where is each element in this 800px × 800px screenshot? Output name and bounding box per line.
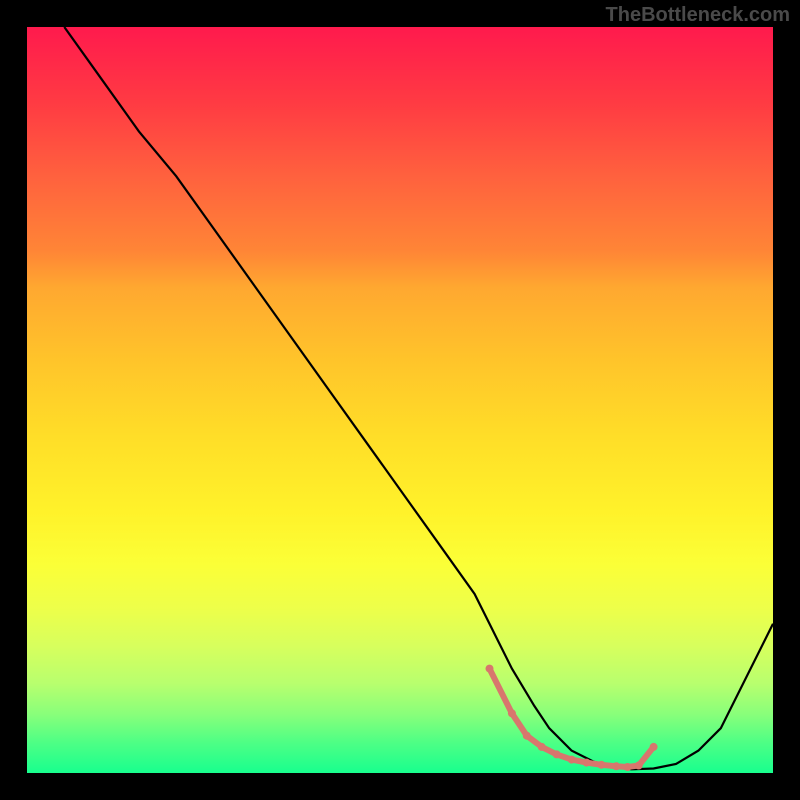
bottleneck-curve xyxy=(64,27,773,769)
marker-dot xyxy=(650,743,658,751)
chart-svg xyxy=(27,27,773,773)
marker-segment xyxy=(512,713,527,735)
plot-area xyxy=(27,27,773,773)
chart-container: TheBottleneck.com xyxy=(0,0,800,800)
marker-segment xyxy=(490,669,512,714)
watermark-text: TheBottleneck.com xyxy=(606,4,790,27)
flat-region-markers xyxy=(486,665,658,771)
